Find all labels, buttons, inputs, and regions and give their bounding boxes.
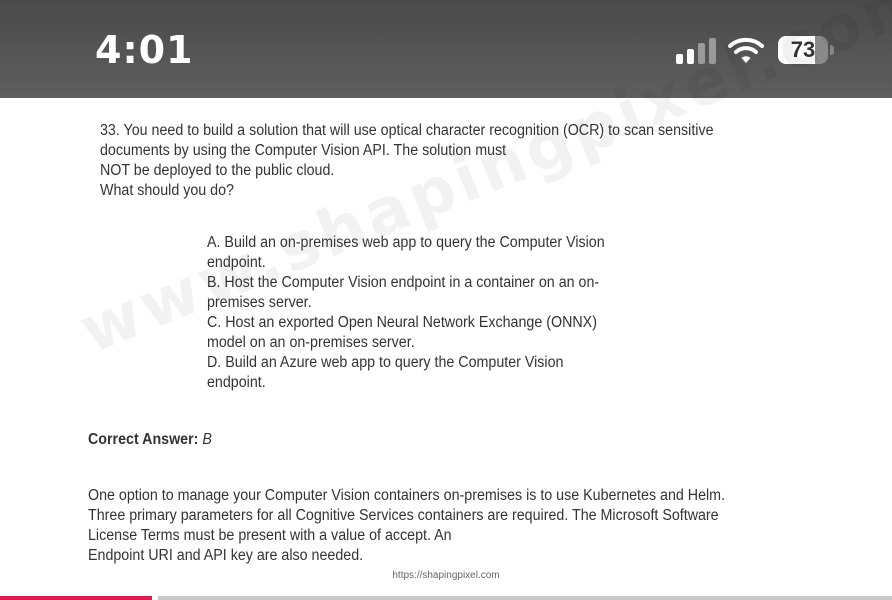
- correct-answer-label: Correct Answer:: [88, 431, 199, 448]
- reading-progress-fill: [0, 596, 152, 600]
- explanation-line: Three primary parameters for all Cogniti…: [88, 507, 719, 524]
- option-line: endpoint.: [207, 254, 266, 271]
- question-text: 33. You need to build a solution that wi…: [100, 121, 714, 201]
- question-line: 33. You need to build a solution that wi…: [100, 122, 714, 139]
- option-line: A. Build an on-premises web app to query…: [207, 234, 605, 251]
- explanation-line: One option to manage your Computer Visio…: [88, 487, 726, 504]
- reading-progress-remaining: [158, 596, 892, 600]
- correct-answer-value: B: [202, 431, 212, 448]
- option-line: D. Build an Azure web app to query the C…: [207, 354, 564, 371]
- footer-url[interactable]: https://shapingpixel.com: [0, 570, 892, 581]
- question-line: What should you do?: [100, 182, 234, 199]
- question-line: documents by using the Computer Vision A…: [100, 142, 507, 159]
- explanation-line: License Terms must be present with a val…: [88, 527, 452, 544]
- explanation-text: One option to manage your Computer Visio…: [88, 486, 725, 566]
- status-time: 4:01: [95, 28, 194, 72]
- answer-options: A. Build an on-premises web app to query…: [207, 233, 605, 393]
- option-line: model on an on-premises server.: [207, 334, 415, 351]
- explanation-line: Endpoint URI and API key are also needed…: [88, 547, 364, 564]
- correct-answer: Correct Answer: B: [88, 430, 212, 450]
- option-line: C. Host an exported Open Neural Network …: [207, 314, 597, 331]
- question-line: NOT be deployed to the public cloud.: [100, 162, 335, 179]
- option-line: B. Host the Computer Vision endpoint in …: [207, 274, 600, 291]
- option-line: premises server.: [207, 294, 312, 311]
- option-line: endpoint.: [207, 374, 266, 391]
